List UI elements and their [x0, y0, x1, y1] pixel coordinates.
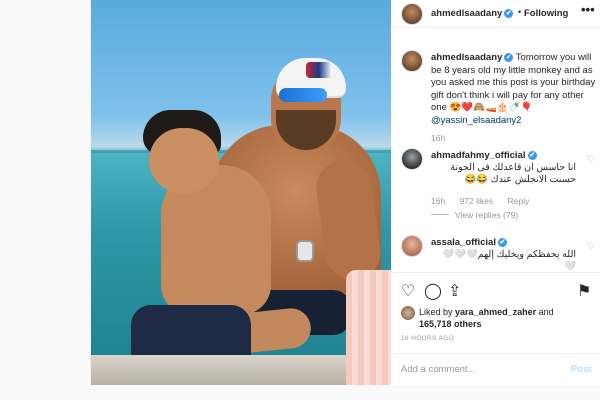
comment-like-icon[interactable]: ♡	[587, 154, 595, 165]
save-icon[interactable]: ⚑	[577, 283, 595, 301]
comment-text: الله يحفظكم ويخليك إلهم🤍🤍🤍🤍	[442, 249, 576, 272]
comment-time[interactable]: 16h	[431, 196, 445, 206]
comment-avatar[interactable]	[401, 235, 423, 257]
photo-watch	[296, 240, 314, 262]
post-sidebar: ahmedlsaadany ✔ • Following ••• ahmedlsaa…	[391, 0, 600, 385]
liked-by-prefix: Liked by	[419, 307, 453, 317]
post-timestamp[interactable]: 16 HOURS AGO	[401, 335, 454, 342]
liked-by-others[interactable]: 165,718 others	[419, 319, 482, 329]
post-header: ahmedlsaadany ✔ • Following •••	[391, 0, 600, 28]
comment-icon[interactable]: ◯	[424, 283, 442, 301]
caption-avatar[interactable]	[401, 50, 423, 72]
caption-username[interactable]: ahmedlsaadany	[431, 52, 502, 63]
comment-avatar[interactable]	[401, 148, 423, 170]
more-options-icon[interactable]: •••	[581, 2, 595, 17]
comment-like-icon[interactable]: ♡	[587, 241, 595, 252]
liked-by-avatar[interactable]	[401, 306, 415, 320]
add-comment-bar: Add a comment... Post	[391, 353, 600, 383]
comment-username-text[interactable]: assala_official	[431, 237, 496, 248]
view-replies-button[interactable]: View replies (79)	[431, 210, 518, 220]
comment-likes[interactable]: 972 likes	[460, 196, 494, 206]
avatar[interactable]	[401, 3, 423, 25]
post-photo[interactable]	[91, 0, 391, 385]
photo-boy-head	[149, 128, 219, 193]
comment-username[interactable]: ahmadfahmy_official ✔	[431, 150, 537, 161]
photo-sunglasses	[279, 88, 327, 102]
view-replies-label[interactable]: View replies (79)	[455, 210, 518, 220]
liked-by-and: and	[538, 307, 554, 317]
replies-divider	[431, 214, 449, 215]
instagram-post: ahmedlsaadany ✔ • Following ••• ahmedlsaa…	[90, 0, 600, 385]
liked-by: Liked by yara_ahmed_zaher and 165,718 ot…	[419, 306, 594, 330]
verified-icon: ✔	[504, 9, 514, 18]
caption-mention[interactable]: @yassin_elsaadany2	[431, 115, 521, 126]
comment-text: انا حاسس ان قاعدلك فى الجونة حسنت الانجل…	[450, 162, 576, 185]
comment-meta: 16h 972 likes Reply	[431, 196, 541, 206]
comment-input[interactable]: Add a comment...	[401, 364, 475, 375]
share-icon[interactable]: ⇪	[448, 283, 466, 301]
verified-icon: ✔	[527, 151, 537, 160]
following-button[interactable]: Following	[524, 8, 568, 19]
photo-towel	[346, 270, 391, 385]
caption-text: ahmedlsaadany ✔ Tomorrow you will be 8 ye…	[431, 52, 596, 127]
header-separator: •	[518, 7, 522, 17]
post-actions: ♡ ◯ ⇪ ⚑ Liked by yara_ahmed_zaher and 16…	[391, 272, 600, 382]
comment-reply-button[interactable]: Reply	[508, 196, 530, 206]
liked-by-user[interactable]: yara_ahmed_zaher	[455, 307, 536, 317]
comment-username[interactable]: assala_official ✔	[431, 237, 507, 248]
header-username-text[interactable]: ahmedlsaadany	[431, 8, 502, 19]
post-comment-button[interactable]: Post	[571, 364, 592, 375]
caption-time[interactable]: 16h	[431, 133, 445, 143]
header-username[interactable]: ahmedlsaadany ✔	[431, 8, 514, 19]
verified-icon: ✔	[497, 238, 507, 247]
verified-icon: ✔	[504, 53, 514, 62]
comment-username-text[interactable]: ahmadfahmy_official	[431, 150, 526, 161]
photo-cap-logo	[306, 62, 332, 78]
like-icon[interactable]: ♡	[401, 283, 419, 301]
